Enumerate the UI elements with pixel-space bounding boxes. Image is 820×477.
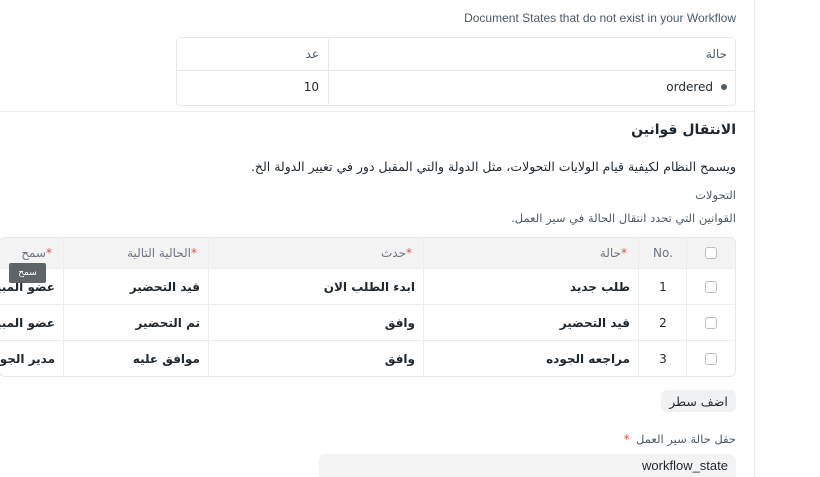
missing-states-notice: Document States that do not exist in you… [464,11,736,25]
header-next-state: الحالية التالية * [127,246,197,260]
allowed-tooltip: سمح [9,263,46,283]
row-next-state[interactable]: قيد التحضير [64,269,209,304]
header-action: حدث * [380,246,412,260]
header-no: No. [653,246,673,260]
table-row[interactable]: 3 مراجعه الجوده وافق موافق عليه مدير الج… [0,341,735,376]
row-allowed[interactable]: عضو المبيعات [0,305,64,340]
row-checkbox[interactable] [705,353,717,365]
row-state[interactable]: طلب جديد [424,269,639,304]
row-no: 2 [659,315,667,330]
missing-states-table: حالة عد ordered 10 [176,37,736,106]
add-row-button[interactable]: اضف سطر [661,390,736,412]
workflow-form-page: Document States that do not exist in you… [0,0,820,477]
row-next-state[interactable]: موافق عليه [64,341,209,376]
grid-header-row: No. حالة * حدث * الحالية التالية * سمح * [0,238,735,269]
row-action[interactable]: ابدء الطلب الان [209,269,424,304]
section-title: الانتقال قوانين [631,122,736,138]
workflow-state-field-label: حقل حالة سير العمل * [623,432,736,446]
transitions-description: القوانين التي تحدد انتقال الحالة في سير … [511,211,736,225]
row-allowed[interactable]: مدير الجودة [0,341,64,376]
row-action[interactable]: وافق [209,341,424,376]
right-border [754,0,755,477]
section-description: ويسمح النظام لكيفية قيام الولايات التحول… [250,159,736,174]
header-state: حالة [705,47,727,61]
section-divider [0,111,754,112]
header-count: عد [305,47,319,61]
row-checkbox[interactable] [705,316,717,329]
row-checkbox[interactable] [705,280,717,293]
missing-states-header-row: حالة عد [177,38,735,71]
transitions-label: التحولات [695,188,736,202]
table-row[interactable]: 2 قيد التحضير وافق تم التحضير عضو المبيع… [0,305,735,341]
transitions-grid: No. حالة * حدث * الحالية التالية * سمح * 1 ط… [0,237,736,377]
bullet-icon [721,83,727,90]
row-state[interactable]: قيد التحضير [424,305,639,340]
header-state: حالة * [599,246,627,260]
select-all-checkbox[interactable] [705,247,717,259]
count-cell: 10 [303,80,319,94]
row-no: 3 [659,352,667,366]
state-cell: ordered [666,71,727,104]
row-action[interactable]: وافق [209,305,424,340]
state-name: ordered [666,80,713,94]
row-next-state[interactable]: تم التحضير [64,305,209,340]
table-row[interactable]: 1 طلب جديد ابدء الطلب الان قيد التحضير ع… [0,269,735,305]
workflow-state-input[interactable]: workflow_state [319,454,736,477]
missing-states-row: ordered 10 [177,71,735,104]
row-state[interactable]: مراجعه الجوده [424,341,639,376]
row-no: 1 [659,279,667,294]
